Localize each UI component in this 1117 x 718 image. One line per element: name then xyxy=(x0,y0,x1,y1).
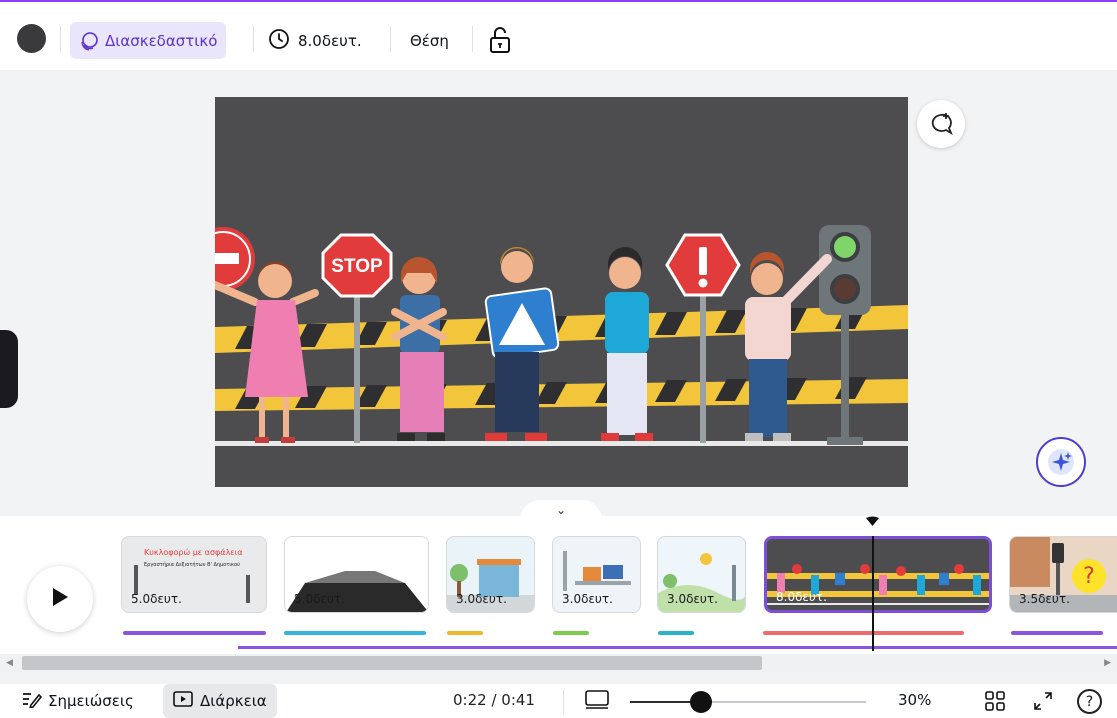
timeline-clip-6[interactable]: 8.0δευτ. xyxy=(764,536,992,613)
zoom-percent: 30% xyxy=(898,691,932,709)
timeline-scrollbar[interactable]: ◀ ▶ xyxy=(0,654,1117,672)
scrollbar-thumb[interactable] xyxy=(22,656,762,670)
animation-label: Διασκεδαστικό xyxy=(105,31,218,50)
duration-label: 8.0δευτ. xyxy=(298,31,362,50)
grid-view-icon[interactable] xyxy=(984,690,1006,712)
timeline-clip-3[interactable]: 3.0δευτ. xyxy=(446,536,535,613)
duration-tab-label: Διάρκεια xyxy=(200,692,267,710)
divider xyxy=(472,26,473,52)
bottom-bar: Σημειώσεις Διάρκεια 0:22 / 0:41 30% ? xyxy=(0,684,1117,718)
clip-duration: 8.0δευτ. xyxy=(776,590,827,604)
animation-icon xyxy=(79,31,99,51)
help-icon[interactable]: ? xyxy=(1077,689,1102,714)
duration-tab[interactable]: Διάρκεια xyxy=(163,684,277,718)
no-entry-sign xyxy=(215,227,255,291)
child-blue-jacket xyxy=(601,246,653,441)
clip-color-bar xyxy=(658,631,694,635)
top-toolbar: Διασκεδαστικό 8.0δευτ. Θέση xyxy=(0,0,1117,70)
add-comment-icon[interactable] xyxy=(917,100,965,148)
unlock-icon[interactable] xyxy=(488,26,512,54)
divider xyxy=(60,26,61,52)
scene-illustration: STOP xyxy=(215,225,908,446)
notes-icon xyxy=(22,690,43,712)
design-canvas[interactable]: STOP xyxy=(215,97,908,487)
play-box-icon xyxy=(173,691,193,711)
clip-title: Κυκλοφορώ με ασφάλεια xyxy=(144,548,243,557)
chevron-down-icon[interactable]: ⌄ xyxy=(520,500,602,520)
color-swatch[interactable] xyxy=(17,24,46,53)
scroll-left-icon[interactable]: ◀ xyxy=(6,658,13,668)
divider xyxy=(253,26,254,52)
clip-subtitle: Εργαστήρια Δεξιοτήτων Β' Δημοτικού xyxy=(144,562,240,568)
playhead[interactable] xyxy=(872,536,874,651)
play-button[interactable] xyxy=(27,566,93,632)
zoom-slider[interactable] xyxy=(630,701,866,703)
child-raising-hand xyxy=(745,252,832,441)
child-crosswalk-sign xyxy=(484,246,560,441)
clip-duration: 3.0δευτ. xyxy=(562,592,613,606)
zoom-slider-knob[interactable] xyxy=(690,691,712,713)
clip-duration: 3.0δευτ. xyxy=(456,592,507,606)
clip-color-bar xyxy=(763,631,964,635)
ground-line xyxy=(215,441,908,446)
divider xyxy=(563,690,564,714)
clip-color-bar xyxy=(553,631,589,635)
sparkle-icon[interactable] xyxy=(1036,437,1086,487)
caution-tape xyxy=(215,305,908,411)
help-badge[interactable]: ? xyxy=(1072,559,1106,593)
clip-color-bar xyxy=(284,631,426,635)
play-icon xyxy=(51,587,69,611)
timeline-clip-2[interactable]: 5.0δευτ. xyxy=(284,536,429,613)
child-crossed-arms xyxy=(391,257,447,441)
duration-button[interactable]: 8.0δευτ. xyxy=(268,22,362,59)
clock-icon xyxy=(268,28,290,54)
traffic-light-thumb xyxy=(246,575,250,603)
audio-track[interactable] xyxy=(238,646,1117,649)
clip-duration: 3.0δευτ. xyxy=(667,592,718,606)
stop-sign-text: STOP xyxy=(331,256,383,277)
clip-color-bar xyxy=(447,631,483,635)
time-readout: 0:22 / 0:41 xyxy=(453,691,535,709)
timeline-clip-1[interactable]: Κυκλοφορώ με ασφάλεια Εργαστήρια Δεξιοτή… xyxy=(121,536,267,613)
clip-duration: 5.0δευτ. xyxy=(131,592,182,606)
position-button[interactable]: Θέση xyxy=(410,22,449,59)
clip-color-bar xyxy=(123,631,266,635)
clip-duration: 5.0δευτ. xyxy=(294,592,345,606)
warning-sign xyxy=(665,233,741,443)
divider xyxy=(390,26,391,52)
notes-button[interactable]: Σημειώσεις xyxy=(22,686,134,716)
clip-duration: 3.5δευτ. xyxy=(1019,592,1070,606)
fullscreen-icon[interactable] xyxy=(1032,690,1054,712)
timeline-view-icon[interactable] xyxy=(585,690,609,712)
animation-button[interactable]: Διασκεδαστικό xyxy=(70,22,227,59)
timeline-clip-4[interactable]: 3.0δευτ. xyxy=(552,536,641,613)
position-label: Θέση xyxy=(410,31,449,50)
scroll-right-icon[interactable]: ▶ xyxy=(1104,658,1111,668)
clip-color-bar xyxy=(1011,631,1103,635)
timeline-clip-7[interactable]: ? 3.5δευτ. xyxy=(1009,536,1117,613)
notes-label: Σημειώσεις xyxy=(48,692,134,710)
timeline-clip-5[interactable]: 3.0δευτ. xyxy=(657,536,746,613)
playhead-handle[interactable] xyxy=(865,512,880,526)
traffic-light-thumb xyxy=(134,565,138,595)
side-panel-handle[interactable] xyxy=(0,330,18,408)
